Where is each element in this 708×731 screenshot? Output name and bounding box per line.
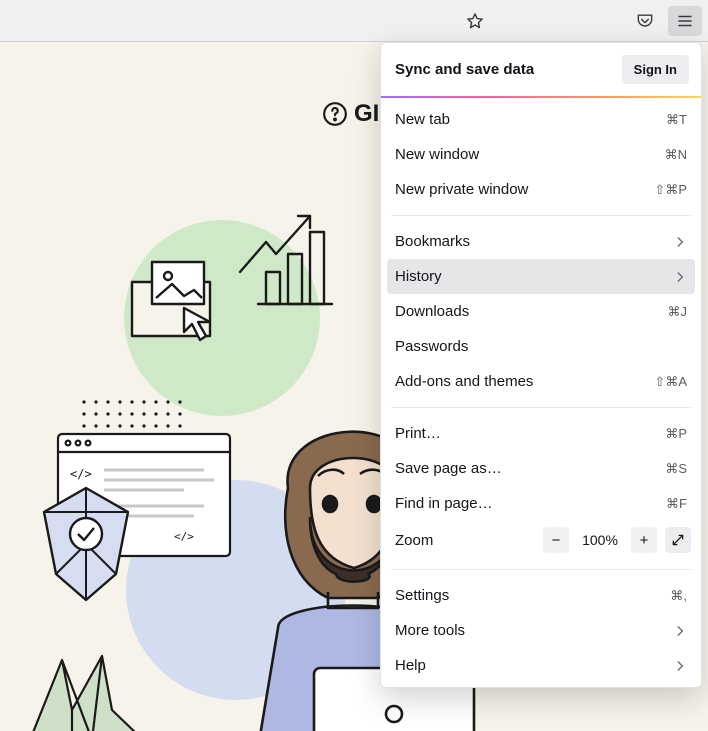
dots-pattern <box>80 398 200 428</box>
chevron-right-icon <box>673 624 687 638</box>
star-icon <box>465 11 485 31</box>
menu-item-zoom: Zoom − 100% + <box>381 521 701 561</box>
svg-text:</>: </> <box>174 530 194 543</box>
menu-item-label: Find in page… <box>395 495 656 512</box>
image-picker-illustration <box>124 252 244 352</box>
shortcut: ⌘P <box>665 426 687 442</box>
sign-in-button[interactable]: Sign In <box>622 55 689 84</box>
menu-item-label: New tab <box>395 111 656 128</box>
shortcut: ⌘S <box>665 461 687 477</box>
menu-item-save-page[interactable]: Save page as… ⌘S <box>381 451 701 486</box>
menu-item-new-window[interactable]: New window ⌘N <box>381 137 701 172</box>
menu-item-label: History <box>395 268 663 285</box>
app-menu-panel: Sync and save data Sign In New tab ⌘T Ne… <box>380 42 702 688</box>
menu-item-label: New window <box>395 146 655 163</box>
app-menu-button[interactable] <box>668 6 702 36</box>
menu-item-passwords[interactable]: Passwords <box>381 329 701 364</box>
menu-title: Sync and save data <box>395 61 534 78</box>
menu-item-label: Help <box>395 657 663 674</box>
svg-text:</>: </> <box>70 467 92 481</box>
menu-item-label: Passwords <box>395 338 687 355</box>
menu-item-new-tab[interactable]: New tab ⌘T <box>381 102 701 137</box>
menu-item-help[interactable]: Help <box>381 648 701 683</box>
shortcut: ⇧⌘P <box>654 182 687 198</box>
fullscreen-icon <box>671 533 685 547</box>
brand-logo: GI <box>322 100 379 128</box>
brand-name: GI <box>354 100 379 128</box>
separator <box>391 569 691 570</box>
menu-item-bookmarks[interactable]: Bookmarks <box>381 224 701 259</box>
browser-toolbar <box>0 0 708 42</box>
pocket-button[interactable] <box>628 6 662 36</box>
chart-illustration <box>236 212 356 312</box>
chevron-right-icon <box>673 659 687 673</box>
menu-item-downloads[interactable]: Downloads ⌘J <box>381 294 701 329</box>
menu-item-history[interactable]: History <box>387 259 695 294</box>
shortcut: ⌘N <box>665 147 687 163</box>
menu-item-more-tools[interactable]: More tools <box>381 613 701 648</box>
separator <box>391 215 691 216</box>
menu-item-label: Add-ons and themes <box>395 373 644 390</box>
bookmark-star-button[interactable] <box>458 6 492 36</box>
hamburger-icon <box>676 12 694 30</box>
menu-sync-header: Sync and save data Sign In <box>381 43 701 96</box>
shortcut: ⌘, <box>670 588 687 604</box>
origami-illustration <box>12 650 172 731</box>
zoom-label: Zoom <box>395 532 535 549</box>
plus-icon: + <box>640 532 649 549</box>
zoom-value: 100% <box>577 532 623 548</box>
menu-item-label: Save page as… <box>395 460 655 477</box>
shield-illustration <box>36 484 136 604</box>
zoom-out-button[interactable]: − <box>543 527 569 553</box>
menu-item-label: Bookmarks <box>395 233 663 250</box>
zoom-in-button[interactable]: + <box>631 527 657 553</box>
chevron-right-icon <box>673 270 687 284</box>
menu-item-label: Settings <box>395 587 660 604</box>
menu-item-label: Print… <box>395 425 655 442</box>
menu-item-find[interactable]: Find in page… ⌘F <box>381 486 701 521</box>
menu-item-settings[interactable]: Settings ⌘, <box>381 578 701 613</box>
menu-item-label: Downloads <box>395 303 658 320</box>
menu-item-new-private-window[interactable]: New private window ⇧⌘P <box>381 172 701 207</box>
menu-item-print[interactable]: Print… ⌘P <box>381 416 701 451</box>
shortcut: ⌘F <box>666 496 687 512</box>
shortcut: ⌘T <box>666 112 687 128</box>
minus-icon: − <box>552 532 561 549</box>
shortcut: ⇧⌘A <box>654 374 687 390</box>
menu-item-addons[interactable]: Add-ons and themes ⇧⌘A <box>381 364 701 399</box>
menu-item-label: More tools <box>395 622 663 639</box>
question-circle-icon <box>322 101 348 127</box>
chevron-right-icon <box>673 235 687 249</box>
menu-item-label: New private window <box>395 181 644 198</box>
separator <box>391 407 691 408</box>
fullscreen-button[interactable] <box>665 527 691 553</box>
shortcut: ⌘J <box>668 304 688 320</box>
pocket-icon <box>635 11 655 31</box>
